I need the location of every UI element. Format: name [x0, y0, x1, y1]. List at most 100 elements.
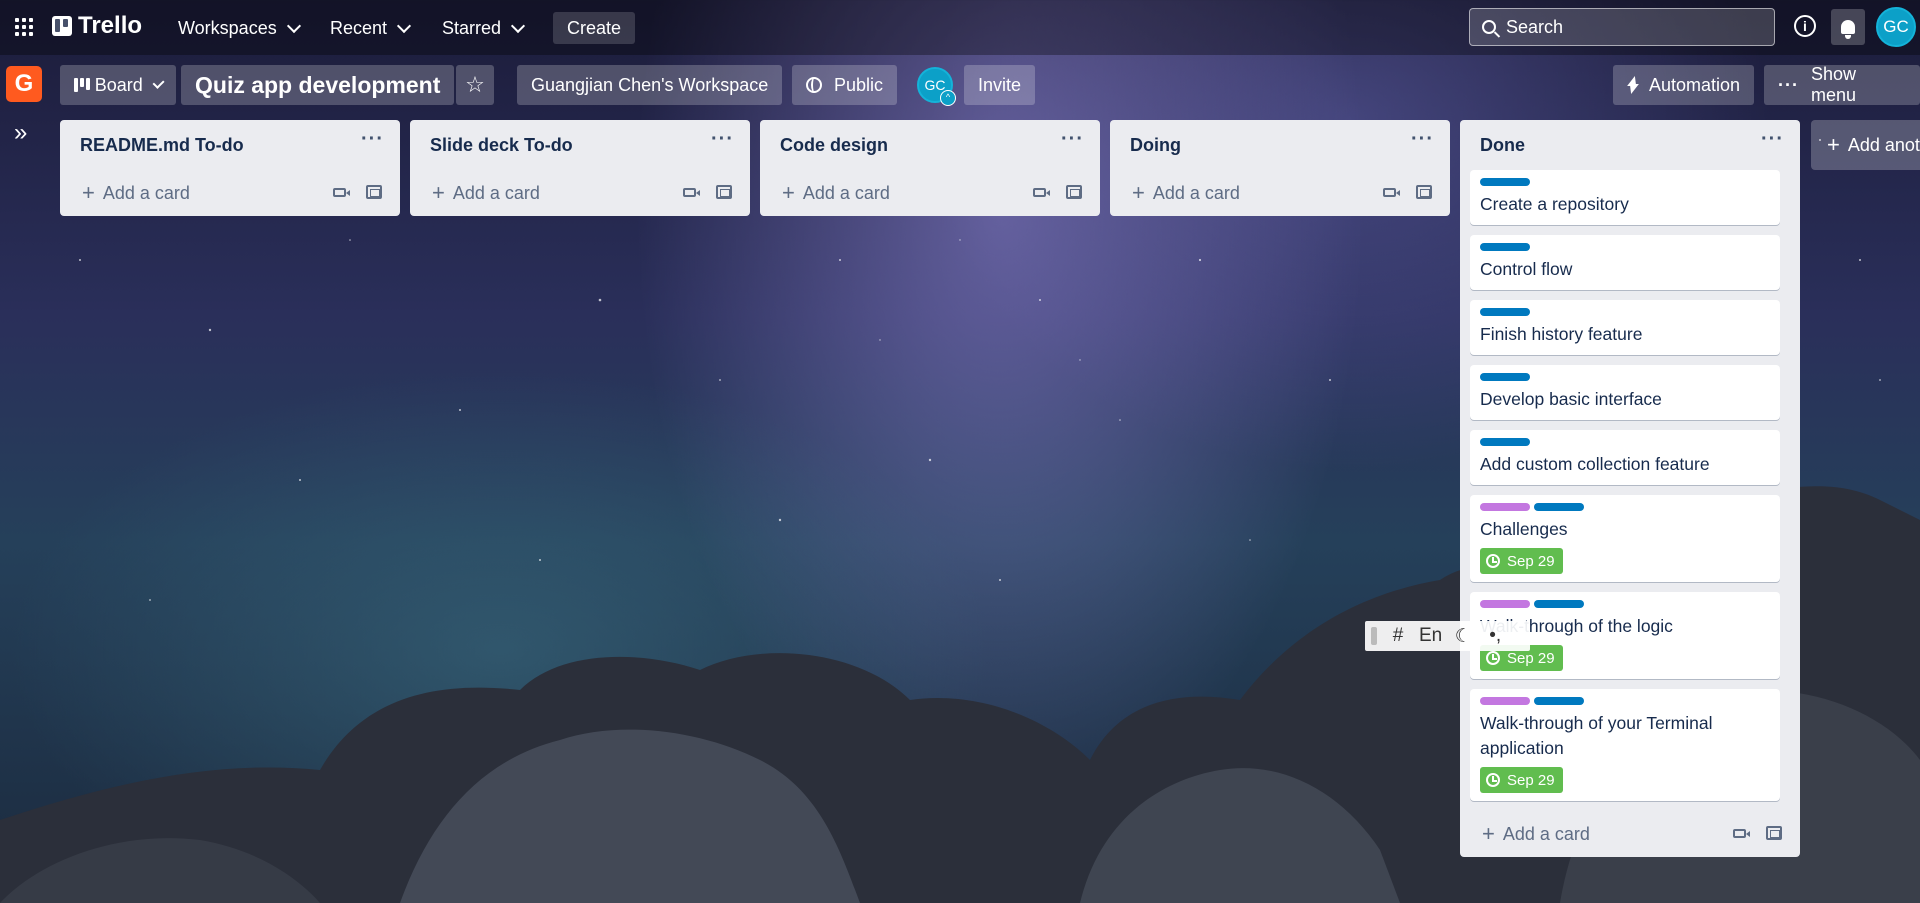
plus-icon: +: [1132, 180, 1145, 205]
plus-icon: +: [1827, 132, 1840, 157]
automation-button[interactable]: Automation: [1613, 65, 1755, 105]
card-template-icon[interactable]: [1416, 185, 1432, 199]
add-card-button[interactable]: + Add a card: [1460, 811, 1800, 857]
card[interactable]: Challenges Sep 29: [1470, 495, 1780, 582]
list-header[interactable]: Slide deck To-do ···: [410, 120, 750, 170]
video-icon[interactable]: [683, 188, 696, 197]
label-blue: [1480, 438, 1530, 446]
invite-button[interactable]: Invite: [964, 65, 1036, 105]
create-label: Create: [567, 17, 622, 38]
label-blue: [1534, 697, 1584, 705]
card-template-icon[interactable]: [1066, 185, 1082, 199]
due-date: Sep 29: [1507, 771, 1555, 789]
card-title: Control flow: [1480, 259, 1573, 279]
chevron-down-icon: [152, 76, 165, 90]
add-card-label: Add a card: [1152, 182, 1240, 203]
card-labels: [1480, 697, 1770, 705]
add-card-button[interactable]: + Add a card: [760, 170, 1100, 216]
lightning-icon: [1627, 76, 1637, 94]
board-title[interactable]: Quiz app development: [181, 65, 455, 105]
trello-logo[interactable]: Trello: [52, 12, 142, 40]
card-template-icon[interactable]: [366, 185, 382, 199]
video-icon[interactable]: [1383, 188, 1396, 197]
info-icon[interactable]: i: [1794, 15, 1816, 37]
list-menu-icon[interactable]: ···: [1411, 128, 1434, 151]
video-icon[interactable]: [1033, 188, 1046, 197]
list-title: Code design: [780, 134, 889, 155]
clock-icon: [1486, 554, 1500, 568]
ime-punctuation-button[interactable]: •,: [1484, 625, 1506, 647]
plus-icon: +: [82, 180, 95, 205]
due-date-badge[interactable]: Sep 29: [1480, 767, 1563, 793]
card-labels: [1480, 178, 1770, 186]
chevron-down-icon: [396, 18, 412, 34]
clock-icon: [1486, 773, 1500, 787]
list-header[interactable]: Code design ···: [760, 120, 1100, 170]
trello-logo-icon: [52, 16, 72, 36]
card-template-icon[interactable]: [1766, 826, 1782, 840]
globe-icon: [806, 77, 822, 93]
workspace-badge[interactable]: G: [6, 66, 42, 102]
card[interactable]: Develop basic interface: [1470, 365, 1780, 420]
app-switcher-icon[interactable]: [15, 18, 33, 36]
card-labels: [1480, 438, 1770, 446]
ime-language-button[interactable]: En: [1419, 625, 1442, 647]
due-date-badge[interactable]: Sep 29: [1480, 548, 1563, 574]
list-slide-deck-todo: Slide deck To-do ··· + Add a card: [410, 120, 750, 216]
add-card-button[interactable]: + Add a card: [1110, 170, 1450, 216]
workspace-button[interactable]: Guangjian Chen's Workspace: [517, 65, 783, 105]
video-icon[interactable]: [1733, 829, 1746, 838]
ime-symbol-button[interactable]: #: [1387, 625, 1409, 647]
list-title: Done: [1480, 134, 1525, 155]
notifications-button[interactable]: [1831, 9, 1865, 45]
add-card-label: Add a card: [452, 182, 540, 203]
video-icon[interactable]: [333, 188, 346, 197]
due-date: Sep 29: [1507, 552, 1555, 570]
visibility-button[interactable]: Public: [792, 65, 898, 105]
automation-label: Automation: [1649, 74, 1741, 95]
create-button[interactable]: Create: [553, 12, 636, 44]
star-icon: ☆: [465, 72, 485, 97]
add-card-button[interactable]: + Add a card: [60, 170, 400, 216]
card[interactable]: Create a repository: [1470, 170, 1780, 225]
recent-menu[interactable]: Recent: [322, 12, 417, 44]
card[interactable]: Add custom collection feature: [1470, 430, 1780, 485]
card[interactable]: Finish history feature: [1470, 300, 1780, 355]
list-header[interactable]: Done ···: [1460, 120, 1800, 170]
search-input[interactable]: Search: [1469, 8, 1775, 46]
label-blue: [1534, 600, 1584, 608]
list-menu-icon[interactable]: ···: [1761, 128, 1784, 151]
add-list-button[interactable]: + Add another list: [1811, 120, 1920, 170]
add-list-label: Add another list: [1847, 134, 1920, 155]
list-menu-icon[interactable]: ···: [1061, 128, 1084, 151]
card-labels: [1480, 373, 1770, 381]
list-menu-icon[interactable]: ···: [361, 128, 384, 151]
list-done: Done ··· Create a repository Control flo…: [1460, 120, 1800, 857]
card-list: Create a repository Control flow Finish …: [1460, 170, 1800, 801]
star-board-button[interactable]: ☆: [456, 65, 494, 105]
list-code-design: Code design ··· + Add a card: [760, 120, 1100, 216]
card-title: Challenges: [1480, 519, 1568, 539]
list-header[interactable]: README.md To-do ···: [60, 120, 400, 170]
label-purple: [1480, 697, 1530, 705]
card[interactable]: Control flow: [1470, 235, 1780, 290]
card[interactable]: Walk-through of your Terminal applicatio…: [1470, 689, 1780, 801]
starred-label: Starred: [442, 17, 502, 38]
list-header[interactable]: Doing ···: [1110, 120, 1450, 170]
card-labels: [1480, 308, 1770, 316]
card-template-icon[interactable]: [716, 185, 732, 199]
account-avatar[interactable]: GC: [1876, 7, 1916, 47]
starred-menu[interactable]: Starred: [434, 12, 531, 44]
label-blue: [1480, 373, 1530, 381]
ellipsis-icon: ···: [1778, 74, 1799, 95]
card-title: Develop basic interface: [1480, 389, 1662, 409]
board-view-switcher[interactable]: Board: [60, 65, 176, 105]
add-card-button[interactable]: + Add a card: [410, 170, 750, 216]
show-menu-button[interactable]: ··· Show menu: [1764, 64, 1920, 105]
list-menu-icon[interactable]: ···: [711, 128, 734, 151]
plus-icon: +: [782, 180, 795, 205]
ime-mode-button[interactable]: ☾: [1452, 625, 1474, 648]
workspaces-menu[interactable]: Workspaces: [170, 12, 307, 44]
expand-sidebar-icon[interactable]: »: [14, 121, 36, 146]
drag-handle-icon[interactable]: [1371, 627, 1377, 645]
